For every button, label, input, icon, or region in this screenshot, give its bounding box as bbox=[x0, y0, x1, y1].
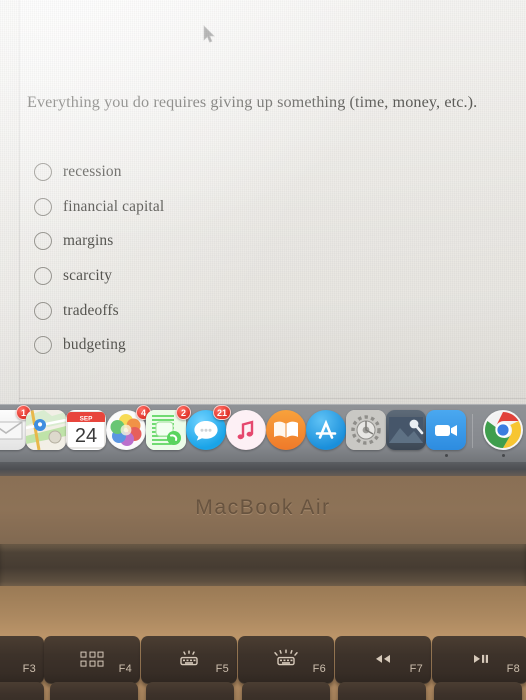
dock-item-google-chrome[interactable] bbox=[483, 410, 523, 457]
dock-running-indicator bbox=[501, 454, 505, 457]
dock-item-books[interactable] bbox=[266, 410, 306, 450]
key-label: F6 bbox=[312, 663, 326, 675]
key-f5-keyboard-brightness-down[interactable]: F5 bbox=[141, 636, 237, 684]
macos-dock: 1 SEP 24 4 2 21 bbox=[0, 404, 526, 464]
key-f4-launchpad[interactable]: F4 bbox=[44, 636, 140, 684]
key-label: F4 bbox=[118, 663, 132, 675]
key-label: F3 bbox=[22, 663, 36, 675]
rewind-icon bbox=[370, 652, 396, 666]
calendar-month-label: SEP bbox=[80, 415, 94, 422]
answer-option-financial-capital[interactable]: financial capital bbox=[34, 190, 364, 225]
photo-of-laptop-screen: Everything you do requires giving up som… bbox=[0, 0, 526, 700]
answer-option-label: financial capital bbox=[63, 197, 165, 215]
key-label: F8 bbox=[506, 663, 520, 675]
answer-option-budgeting[interactable]: budgeting bbox=[34, 328, 364, 363]
key-f7-rewind[interactable]: F7 bbox=[335, 636, 431, 684]
key-row2-4[interactable] bbox=[242, 682, 330, 700]
answer-option-label: recession bbox=[63, 163, 122, 181]
question-text: Everything you do requires giving up som… bbox=[27, 93, 478, 111]
key-row2-5[interactable] bbox=[338, 682, 426, 700]
answer-option-tradeoffs[interactable]: tradeoffs bbox=[34, 293, 364, 328]
answer-option-scarcity[interactable]: scarcity bbox=[34, 259, 364, 294]
key-row2-2[interactable] bbox=[50, 682, 138, 700]
answer-option-label: budgeting bbox=[63, 336, 126, 354]
macbook-air-model-text: MacBook Air bbox=[195, 496, 331, 519]
launchpad-icon bbox=[80, 651, 104, 667]
dock-item-mail[interactable]: 1 bbox=[0, 405, 31, 450]
answer-option-margins[interactable]: margins bbox=[34, 224, 364, 259]
key-row2-3[interactable] bbox=[146, 682, 234, 700]
dock-item-music[interactable] bbox=[226, 410, 266, 450]
dock-item-zoom[interactable] bbox=[426, 410, 466, 457]
answer-option-recession[interactable]: recession bbox=[34, 155, 364, 190]
key-f8-play-pause[interactable]: F8 bbox=[432, 636, 526, 684]
dock-icon-strip: 1 SEP 24 4 2 21 bbox=[0, 405, 526, 457]
key-f6-keyboard-brightness-up[interactable]: F6 bbox=[238, 636, 334, 684]
key-label: F5 bbox=[215, 663, 229, 675]
dock-item-photos[interactable]: 4 bbox=[106, 405, 151, 450]
dock-item-app-store[interactable] bbox=[306, 410, 346, 450]
dock-running-indicator bbox=[444, 454, 448, 457]
answer-option-label: scarcity bbox=[63, 267, 113, 285]
dock-item-messages[interactable]: 21 bbox=[186, 405, 231, 450]
radio-button[interactable] bbox=[34, 163, 52, 182]
radio-button[interactable] bbox=[34, 232, 52, 251]
keyboard-brightness-up-icon bbox=[271, 649, 301, 668]
dock-item-calendar[interactable]: SEP 24 bbox=[66, 410, 106, 450]
mouse-arrow-cursor bbox=[203, 25, 216, 44]
key-row2-1[interactable] bbox=[0, 682, 44, 700]
laptop-hinge bbox=[0, 544, 526, 590]
calendar-day-label: 24 bbox=[75, 425, 97, 447]
key-label: F7 bbox=[409, 663, 423, 675]
page-bottom-edge bbox=[19, 398, 526, 399]
answer-options-list: recession financial capital margins scar… bbox=[34, 155, 364, 363]
radio-button[interactable] bbox=[34, 197, 52, 216]
dock-item-preview[interactable] bbox=[386, 410, 426, 450]
answer-option-label: tradeoffs bbox=[63, 301, 119, 319]
keyboard-brightness-down-icon bbox=[176, 650, 202, 668]
radio-button[interactable] bbox=[34, 267, 52, 286]
play-pause-icon bbox=[467, 652, 493, 666]
dock-item-facetime[interactable]: 2 bbox=[146, 405, 191, 450]
dock-separator bbox=[472, 414, 473, 448]
dock-item-system-preferences[interactable] bbox=[346, 410, 386, 450]
key-row2-6[interactable] bbox=[434, 682, 522, 700]
dock-item-maps[interactable] bbox=[26, 410, 66, 450]
radio-button[interactable] bbox=[34, 301, 52, 320]
key-f3[interactable]: F3 bbox=[0, 636, 44, 684]
radio-button[interactable] bbox=[34, 336, 52, 355]
answer-option-label: margins bbox=[63, 232, 114, 250]
laptop-screen: Everything you do requires giving up som… bbox=[0, 0, 526, 412]
